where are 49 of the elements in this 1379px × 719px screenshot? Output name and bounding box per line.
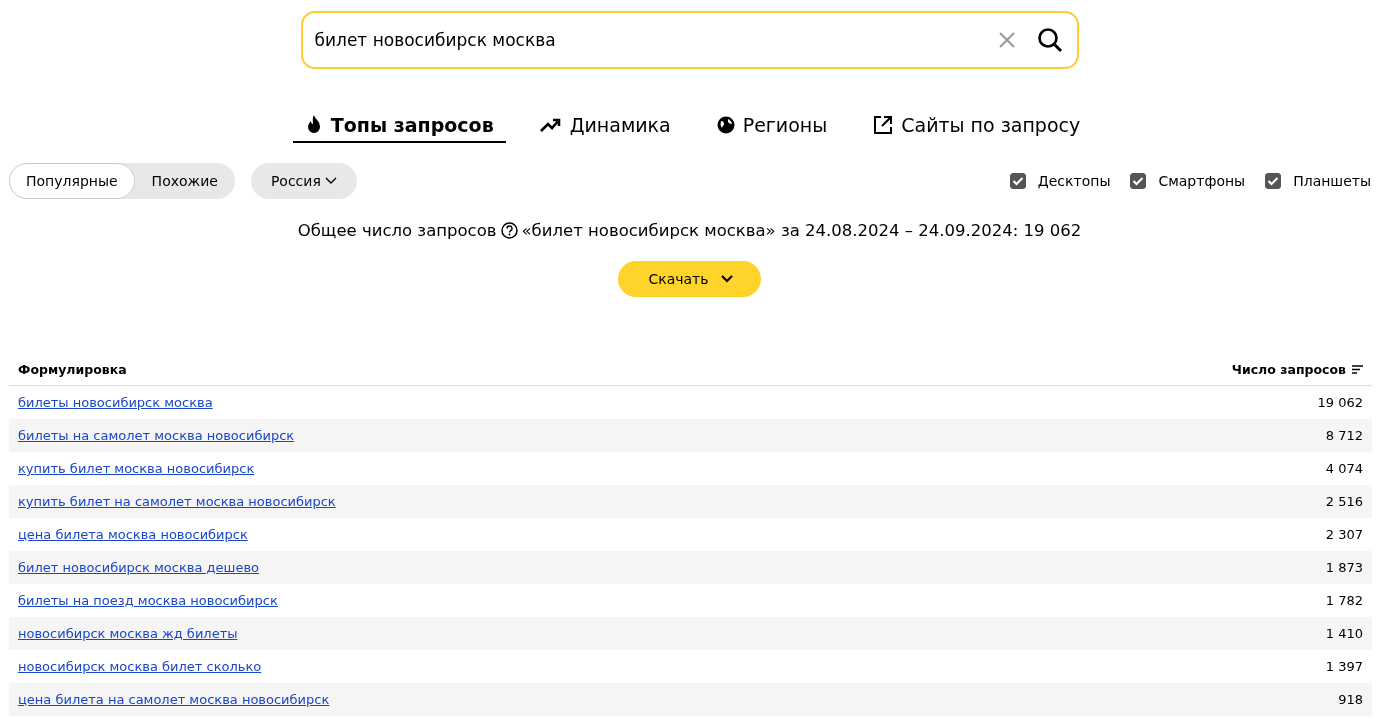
query-count: 1 873 xyxy=(1325,560,1363,575)
query-link[interactable]: новосибирск москва билет сколько xyxy=(18,659,262,674)
checkbox-label: Смартфоны xyxy=(1158,173,1246,189)
globe-icon xyxy=(716,116,735,134)
query-count: 2 307 xyxy=(1325,527,1363,542)
tab[interactable]: Топы запросов xyxy=(292,111,506,143)
checkbox-label: Десктопы xyxy=(1037,173,1111,189)
query-count: 1 397 xyxy=(1325,659,1363,674)
search-input[interactable]: билет новосибирск москва xyxy=(314,28,999,52)
query-count: 2 516 xyxy=(1325,494,1363,509)
tab[interactable]: Сайты по запросу xyxy=(861,111,1093,143)
help-icon[interactable] xyxy=(500,221,518,239)
trend-up-icon xyxy=(539,117,562,133)
query-link[interactable]: билеты новосибирск москва xyxy=(18,395,213,410)
query-count: 4 074 xyxy=(1325,461,1363,476)
external-link-icon xyxy=(873,115,894,135)
query-link[interactable]: билеты на поезд москва новосибирск xyxy=(18,593,278,608)
query-link[interactable]: купить билет москва новосибирск xyxy=(18,461,255,476)
query-link[interactable]: цена билета на самолет москва новосибирск xyxy=(18,692,330,707)
download-button[interactable]: Скачать xyxy=(618,261,761,297)
checkbox[interactable] xyxy=(1130,173,1147,189)
region-dropdown[interactable]: Россия xyxy=(250,163,357,199)
segment-button[interactable]: Похожие xyxy=(134,163,235,199)
summary-text: «билет новосибирск москва» за 24.08.2024 – 24.09.2024: 19 062 xyxy=(521,220,1082,240)
tab[interactable]: Динамика xyxy=(527,111,683,143)
query-link[interactable]: цена билета москва новосибирск xyxy=(18,527,248,542)
query-link[interactable]: новосибирск москва жд билеты xyxy=(18,626,238,641)
query-count: 19 062 xyxy=(1317,395,1363,410)
query-count: 8 712 xyxy=(1325,428,1363,443)
chevron-down-icon xyxy=(720,275,733,283)
checkbox[interactable] xyxy=(1009,173,1026,189)
search-field[interactable]: билет новосибирск москва xyxy=(300,11,1079,69)
segment-button[interactable]: Популярные xyxy=(9,163,135,199)
column-header[interactable]: Число запросов xyxy=(1231,361,1346,377)
column-header: Формулировка xyxy=(18,361,127,377)
checkbox[interactable] xyxy=(1265,173,1282,189)
chevron-down-icon xyxy=(324,177,337,185)
search-icon[interactable] xyxy=(1036,27,1063,53)
close-icon[interactable] xyxy=(998,32,1015,48)
query-count: 1 410 xyxy=(1325,626,1363,641)
query-count: 1 782 xyxy=(1325,593,1363,608)
tab[interactable]: Регионы xyxy=(704,111,840,143)
checkbox-label: Планшеты xyxy=(1293,173,1371,189)
query-link[interactable]: билет новосибирск москва дешево xyxy=(18,560,259,575)
query-link[interactable]: купить билет на самолет москва новосибирск xyxy=(18,494,336,509)
sort-icon[interactable] xyxy=(1352,364,1363,374)
query-link[interactable]: билеты на самолет москва новосибирск xyxy=(18,428,295,443)
query-count: 918 xyxy=(1338,692,1363,707)
summary-label: Общее число запросов xyxy=(297,220,497,240)
